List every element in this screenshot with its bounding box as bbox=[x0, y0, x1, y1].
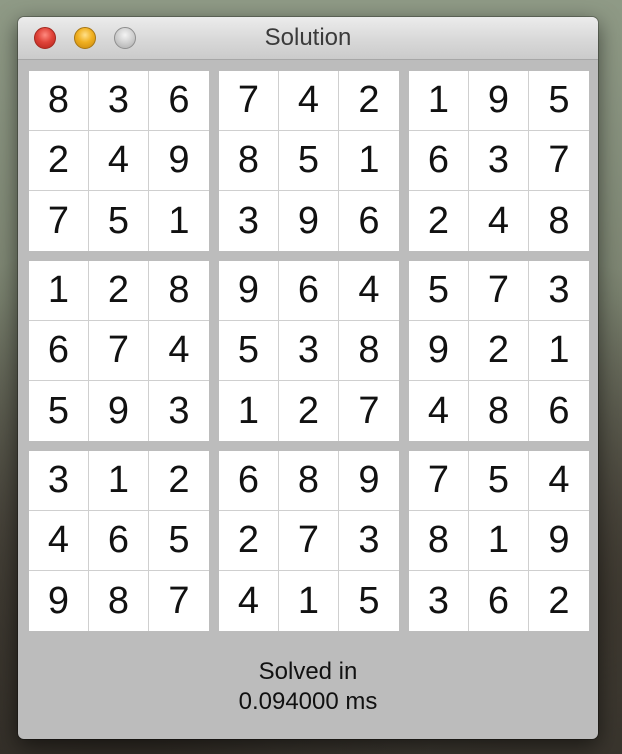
sudoku-cell: 8 bbox=[339, 321, 399, 381]
sudoku-cell: 6 bbox=[409, 131, 469, 191]
sudoku-cell: 5 bbox=[219, 321, 279, 381]
sudoku-cell: 1 bbox=[168, 199, 190, 242]
sudoku-box: 754819362 bbox=[409, 451, 589, 631]
sudoku-cell: 6 bbox=[89, 511, 149, 571]
sudoku-cell: 4 bbox=[409, 381, 469, 441]
sudoku-cell: 3 bbox=[219, 191, 279, 251]
sudoku-cell: 7 bbox=[219, 71, 279, 131]
sudoku-cell: 3 bbox=[469, 131, 529, 191]
sudoku-cell: 3 bbox=[89, 71, 149, 131]
window-title: Solution bbox=[264, 24, 352, 51]
sudoku-cell: 6 bbox=[358, 199, 380, 242]
sudoku-cell: 4 bbox=[89, 131, 149, 191]
sudoku-grid: 8362497517428513961956372481286745939645… bbox=[29, 71, 589, 631]
solved-label: Solved in bbox=[258, 658, 358, 685]
sudoku-cell: 8 bbox=[279, 451, 339, 511]
sudoku-cell: 2 bbox=[339, 71, 399, 131]
sudoku-cell: 7 bbox=[89, 321, 149, 381]
sudoku-cell: 1 bbox=[279, 571, 339, 631]
sudoku-cell: 6 bbox=[469, 571, 529, 631]
sudoku-cell: 5 bbox=[279, 131, 339, 191]
sudoku-cell: 8 bbox=[219, 131, 279, 191]
sudoku-cell: 5 bbox=[29, 381, 89, 441]
sudoku-cell: 9 bbox=[409, 321, 469, 381]
sudoku-cell: 2 bbox=[219, 511, 279, 571]
sudoku-cell: 7 bbox=[529, 131, 589, 191]
sudoku-cell: 7 bbox=[168, 579, 190, 622]
sudoku-cell: 9 bbox=[529, 511, 589, 571]
sudoku-cell: 8 bbox=[29, 71, 89, 131]
sudoku-cell: 8 bbox=[149, 261, 209, 321]
sudoku-cell: 7 bbox=[358, 389, 380, 432]
sudoku-cell: 3 bbox=[529, 261, 589, 321]
sudoku-cell: 5 bbox=[149, 511, 209, 571]
sudoku-box: 128674593 bbox=[29, 261, 209, 441]
sudoku-cell: 8 bbox=[89, 571, 149, 631]
sudoku-cell: 4 bbox=[219, 571, 279, 631]
sudoku-cell: 7 bbox=[29, 191, 89, 251]
sudoku-cell: 7 bbox=[469, 261, 529, 321]
sudoku-cell: 2 bbox=[149, 451, 209, 511]
sudoku-cell: 1 bbox=[29, 261, 89, 321]
sudoku-cell: 9 bbox=[149, 131, 209, 191]
sudoku-box: 836249751 bbox=[29, 71, 209, 251]
sudoku-cell: 4 bbox=[149, 321, 209, 381]
sudoku-cell: 5 bbox=[409, 261, 469, 321]
sudoku-cell: 5 bbox=[358, 579, 380, 622]
sudoku-cell: 2 bbox=[548, 579, 570, 622]
sudoku-cell: 1 bbox=[339, 131, 399, 191]
sudoku-cell: 4 bbox=[529, 451, 589, 511]
solution-window: Solution 8362497517428513961956372481286… bbox=[18, 17, 598, 739]
sudoku-cell: 2 bbox=[409, 191, 469, 251]
sudoku-cell: 3 bbox=[409, 571, 469, 631]
sudoku-cell: 1 bbox=[469, 511, 529, 571]
sudoku-cell: 8 bbox=[548, 199, 570, 242]
sudoku-cell: 3 bbox=[279, 321, 339, 381]
sudoku-cell: 3 bbox=[29, 451, 89, 511]
sudoku-cell: 9 bbox=[89, 381, 149, 441]
sudoku-cell: 8 bbox=[409, 511, 469, 571]
sudoku-cell: 2 bbox=[89, 261, 149, 321]
sudoku-cell: 9 bbox=[29, 571, 89, 631]
sudoku-cell: 1 bbox=[409, 71, 469, 131]
sudoku-cell: 5 bbox=[89, 191, 149, 251]
sudoku-box: 742851396 bbox=[219, 71, 399, 251]
sudoku-cell: 1 bbox=[219, 381, 279, 441]
sudoku-cell: 4 bbox=[29, 511, 89, 571]
sudoku-cell: 4 bbox=[469, 191, 529, 251]
sudoku-cell: 5 bbox=[469, 451, 529, 511]
sudoku-cell: 8 bbox=[469, 381, 529, 441]
sudoku-cell: 9 bbox=[219, 261, 279, 321]
sudoku-box: 964538127 bbox=[219, 261, 399, 441]
sudoku-cell: 1 bbox=[529, 321, 589, 381]
sudoku-cell: 2 bbox=[279, 381, 339, 441]
sudoku-box: 573921486 bbox=[409, 261, 589, 441]
sudoku-box: 195637248 bbox=[409, 71, 589, 251]
sudoku-cell: 4 bbox=[339, 261, 399, 321]
sudoku-box: 312465987 bbox=[29, 451, 209, 631]
sudoku-cell: 6 bbox=[29, 321, 89, 381]
sudoku-box: 689273415 bbox=[219, 451, 399, 631]
sudoku-cell: 1 bbox=[89, 451, 149, 511]
sudoku-cell: 9 bbox=[279, 191, 339, 251]
sudoku-cell: 7 bbox=[279, 511, 339, 571]
sudoku-cell: 9 bbox=[339, 451, 399, 511]
sudoku-cell: 5 bbox=[529, 71, 589, 131]
sudoku-cell: 4 bbox=[279, 71, 339, 131]
status-area: Solved in 0.094000 ms bbox=[18, 657, 598, 717]
sudoku-cell: 3 bbox=[339, 511, 399, 571]
sudoku-cell: 9 bbox=[469, 71, 529, 131]
sudoku-cell: 2 bbox=[469, 321, 529, 381]
sudoku-cell: 3 bbox=[168, 389, 190, 432]
sudoku-cell: 6 bbox=[548, 389, 570, 432]
solve-time: 0.094000 ms bbox=[238, 688, 378, 715]
sudoku-cell: 6 bbox=[149, 71, 209, 131]
sudoku-cell: 6 bbox=[219, 451, 279, 511]
title-bar[interactable]: Solution bbox=[18, 17, 598, 60]
sudoku-cell: 7 bbox=[409, 451, 469, 511]
sudoku-cell: 2 bbox=[29, 131, 89, 191]
sudoku-cell: 6 bbox=[279, 261, 339, 321]
